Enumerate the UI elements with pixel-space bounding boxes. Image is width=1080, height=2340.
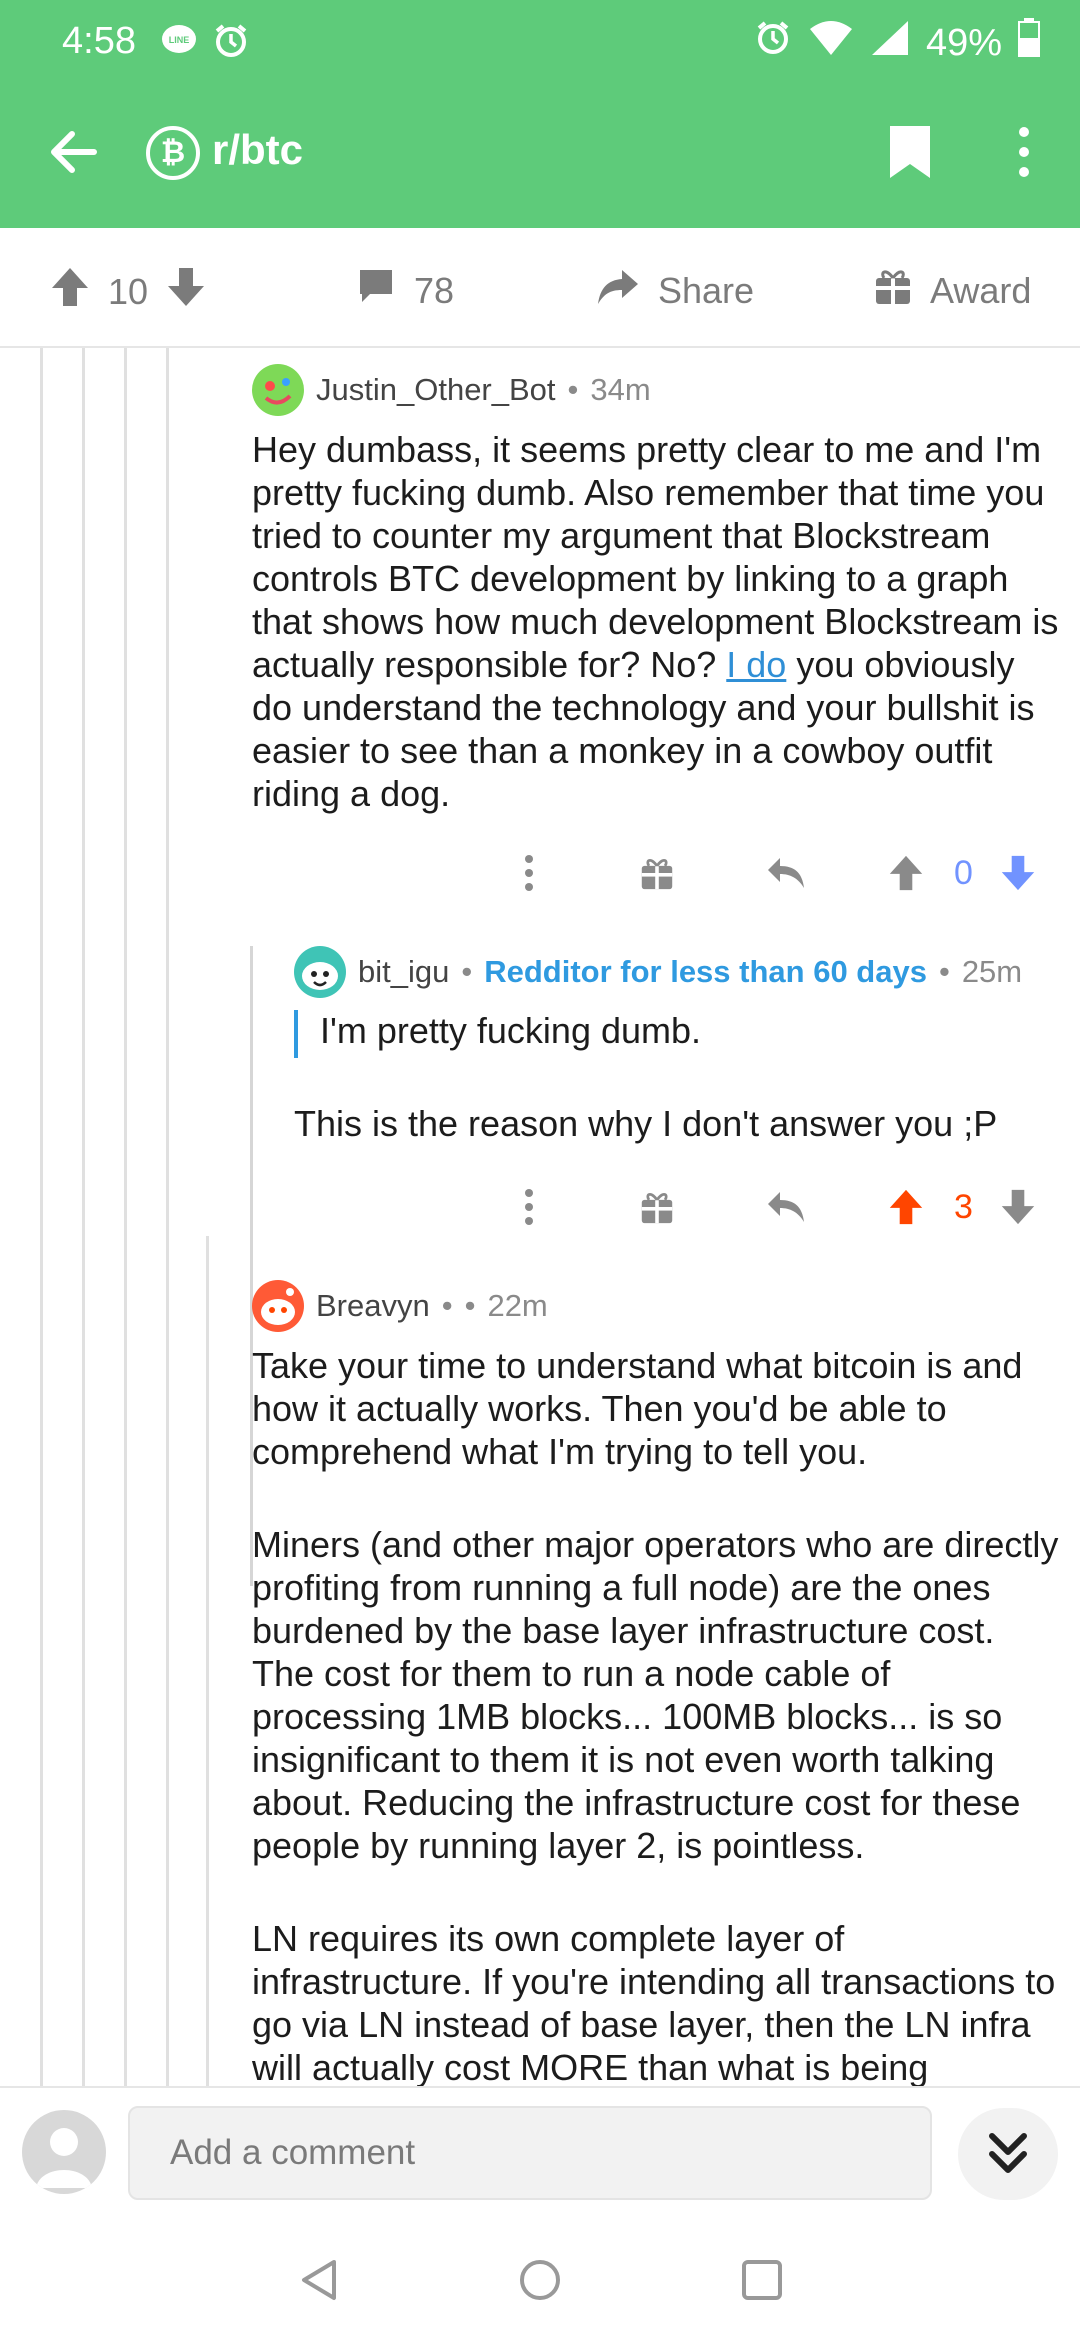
more-options-icon[interactable] <box>522 848 536 898</box>
avatar[interactable] <box>294 946 346 998</box>
downvote-icon[interactable] <box>166 266 206 317</box>
meta-separator: • <box>441 1288 453 1323</box>
comment-paragraph: Miners (and other major operators who ar… <box>252 1524 1059 1866</box>
comment-actions: 0 <box>252 848 1062 898</box>
comment-author[interactable]: Justin_Other_Bot <box>316 372 556 408</box>
comment-thread: Justin_Other_Bot • 34m Hey dumbass, it s… <box>0 348 1080 2086</box>
meta-separator: • <box>938 954 950 989</box>
comment-age: 25m <box>961 954 1023 989</box>
thread-depth-line <box>206 1236 209 2086</box>
alarm-icon <box>212 22 250 70</box>
alarm-icon <box>754 19 792 67</box>
reply-icon[interactable] <box>766 848 806 898</box>
comment: bit_igu • Redditor for less than 60 days… <box>294 946 1064 1145</box>
comment-actions: 3 <box>252 1182 1062 1232</box>
comment-body: This is the reason why I don't answer yo… <box>294 1103 998 1144</box>
svg-text:LINE: LINE <box>169 35 190 45</box>
thread-depth-line <box>166 348 169 2086</box>
downvote-icon[interactable] <box>1000 848 1036 898</box>
upvote-icon[interactable] <box>888 1182 924 1232</box>
back-arrow-icon[interactable] <box>44 122 104 182</box>
more-options-icon[interactable] <box>522 1182 536 1232</box>
award-label: Award <box>930 269 1032 311</box>
nav-back-icon[interactable] <box>296 2256 344 2304</box>
award-button[interactable]: Award <box>874 266 1031 315</box>
chevron-down-icon[interactable] <box>958 2108 1058 2200</box>
upvote-icon[interactable] <box>50 266 90 317</box>
comment-icon <box>356 266 396 315</box>
comment: Justin_Other_Bot • 34m Hey dumbass, it s… <box>252 364 1062 815</box>
user-avatar[interactable] <box>22 2110 106 2194</box>
battery-percent: 49% <box>925 21 1002 64</box>
share-label: Share <box>658 269 755 311</box>
meta-separator: • <box>461 954 473 989</box>
downvote-icon[interactable] <box>1000 1182 1036 1232</box>
app-bar: ₿ r/btc <box>0 82 1080 228</box>
comment-author[interactable]: Breavyn <box>316 1288 430 1324</box>
comment-composer: Add a comment <box>0 2086 1080 2216</box>
subreddit-icon[interactable]: ₿ <box>146 126 200 180</box>
comments-button[interactable]: 78 <box>356 266 454 315</box>
comment-score: 3 <box>954 1187 973 1226</box>
share-icon <box>596 266 640 315</box>
comment-paragraph: LN requires its own complete layer of in… <box>252 1918 1056 2086</box>
comment-score: 0 <box>954 853 973 892</box>
comment: Breavyn • • 22m Take your time to unders… <box>252 1280 1062 2086</box>
bookmark-icon[interactable] <box>886 122 934 182</box>
more-options-icon[interactable] <box>1010 122 1038 182</box>
status-time: 4:58 <box>62 20 136 62</box>
meta-separator: • <box>464 1288 476 1323</box>
system-nav-bar <box>0 2216 1080 2340</box>
comment-age: 34m <box>590 372 651 407</box>
thread-depth-line <box>82 348 85 2086</box>
nav-recents-icon[interactable] <box>738 2256 786 2304</box>
comment-paragraph: Take your time to understand what bitcoi… <box>252 1345 1023 1472</box>
signal-icon <box>870 19 910 67</box>
share-button[interactable]: Share <box>596 266 754 315</box>
avatar[interactable] <box>252 364 304 416</box>
thread-depth-line <box>40 348 43 2086</box>
upvote-icon[interactable] <box>888 848 924 898</box>
comment-quote: I'm pretty fucking dumb. <box>294 1010 1064 1058</box>
user-flair: Redditor for less than 60 days <box>484 954 927 989</box>
wifi-icon <box>808 19 854 67</box>
gift-icon[interactable] <box>640 848 674 898</box>
nav-home-icon[interactable] <box>516 2256 564 2304</box>
comment-age: 22m <box>487 1288 548 1323</box>
gift-icon <box>874 266 912 315</box>
comment-count: 78 <box>414 269 455 311</box>
post-score: 10 <box>108 270 149 312</box>
subreddit-title[interactable]: r/btc <box>212 126 303 174</box>
reply-icon[interactable] <box>766 1182 806 1232</box>
gift-icon[interactable] <box>640 1182 674 1232</box>
battery-icon <box>1018 18 1040 68</box>
comment-body: Hey dumbass, it seems pretty clear to me… <box>252 428 1062 815</box>
comment-link[interactable]: I do <box>726 644 786 685</box>
status-bar: 4:58 LINE 49% <box>0 0 1080 82</box>
comment-body: Take your time to understand what bitcoi… <box>252 1344 1062 2086</box>
line-app-icon: LINE <box>160 22 198 70</box>
post-action-bar: 10 78 Share Award <box>0 228 1080 348</box>
avatar[interactable] <box>252 1280 304 1332</box>
meta-separator: • <box>567 372 579 407</box>
thread-depth-line <box>124 348 127 2086</box>
comment-author[interactable]: bit_igu <box>358 954 449 990</box>
comment-input[interactable]: Add a comment <box>128 2106 932 2200</box>
